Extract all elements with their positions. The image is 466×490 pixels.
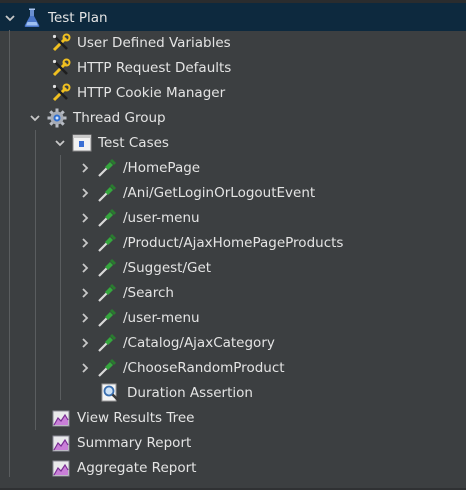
wrench-screwdriver-icon <box>51 58 71 78</box>
tree-node-label: HTTP Request Defaults <box>77 59 232 76</box>
tree-node-aggregate-report[interactable]: Aggregate Report <box>51 455 196 480</box>
pipette-icon <box>97 208 117 228</box>
tree-node-label: Summary Report <box>77 434 192 451</box>
tree-guide-line <box>35 130 36 430</box>
tree-node-http-request-defaults[interactable]: HTTP Request Defaults <box>51 55 231 80</box>
tree-node-label: Aggregate Report <box>77 459 197 476</box>
tree-node-sampler[interactable]: /user-menu <box>77 205 200 230</box>
tree-node-thread-group[interactable]: Thread Group <box>27 105 166 130</box>
tree-node-label: Thread Group <box>73 109 166 126</box>
report-icon <box>51 433 71 453</box>
tree-node-label: /ChooseRandomProduct <box>123 359 285 376</box>
tree-node-label: /Search <box>123 284 174 301</box>
tree-node-label: Duration Assertion <box>127 384 253 401</box>
tree-node-label: /HomePage <box>123 159 201 176</box>
tree-node-sampler[interactable]: /ChooseRandomProduct <box>77 355 285 380</box>
tree-node-label: /Suggest/Get <box>123 259 212 276</box>
chevron-right-icon[interactable] <box>77 260 93 276</box>
tree-node-label: /Product/AjaxHomePageProducts <box>123 234 344 251</box>
gear-icon <box>47 108 67 128</box>
tree-node-label: Test Plan <box>48 9 108 26</box>
chevron-right-icon[interactable] <box>77 310 93 326</box>
flask-icon <box>22 8 42 28</box>
tree-node-test-plan[interactable]: Test Plan <box>2 5 108 30</box>
pipette-icon <box>97 333 117 353</box>
chevron-down-icon[interactable] <box>2 10 18 26</box>
pipette-icon <box>97 358 117 378</box>
chevron-right-icon[interactable] <box>77 210 93 226</box>
pipette-icon <box>97 258 117 278</box>
tree-node-label: /user-menu <box>123 309 200 326</box>
tree-guide-line <box>9 30 10 477</box>
report-icon <box>51 408 71 428</box>
tree-node-label: View Results Tree <box>77 409 195 426</box>
tree-node-sampler[interactable]: /Ani/GetLoginOrLogoutEvent <box>77 180 315 205</box>
tree-node-summary-report[interactable]: Summary Report <box>51 430 191 455</box>
tree-node-label: /user-menu <box>123 209 200 226</box>
tree-node-sampler[interactable]: /HomePage <box>77 155 200 180</box>
chevron-right-icon[interactable] <box>77 235 93 251</box>
pipette-icon <box>97 233 117 253</box>
pipette-icon <box>97 183 117 203</box>
tree-node-label: HTTP Cookie Manager <box>77 84 226 101</box>
tree-node-label: /Ani/GetLoginOrLogoutEvent <box>123 184 316 201</box>
tree-node-sampler[interactable]: /Suggest/Get <box>77 255 211 280</box>
chevron-down-icon[interactable] <box>52 135 68 151</box>
tree-node-duration-assertion[interactable]: Duration Assertion <box>101 380 253 405</box>
wrench-screwdriver-icon <box>51 83 71 103</box>
tree-guide-line <box>60 155 61 400</box>
simple-controller-icon <box>72 133 92 153</box>
chevron-right-icon[interactable] <box>77 160 93 176</box>
tree-node-label: User Defined Variables <box>77 34 231 51</box>
tree-node-label: Test Cases <box>98 134 169 151</box>
tree-node-view-results-tree[interactable]: View Results Tree <box>51 405 195 430</box>
pipette-icon <box>97 158 117 178</box>
tree-node-sampler[interactable]: /user-menu <box>77 305 200 330</box>
report-icon <box>51 458 71 478</box>
tree-node-sampler[interactable]: /Product/AjaxHomePageProducts <box>77 230 343 255</box>
tree-node-label: /Catalog/AjaxCategory <box>123 334 275 351</box>
tree-node-user-defined-variables[interactable]: User Defined Variables <box>51 30 231 55</box>
chevron-down-icon[interactable] <box>27 110 43 126</box>
wrench-screwdriver-icon <box>51 33 71 53</box>
chevron-right-icon[interactable] <box>77 285 93 301</box>
chevron-right-icon[interactable] <box>77 185 93 201</box>
tree-node-sampler[interactable]: /Search <box>77 280 174 305</box>
pipette-icon <box>97 283 117 303</box>
tree-node-http-cookie-manager[interactable]: HTTP Cookie Manager <box>51 80 225 105</box>
tree-node-sampler[interactable]: /Catalog/AjaxCategory <box>77 330 275 355</box>
chevron-right-icon[interactable] <box>77 360 93 376</box>
tree-node-test-cases[interactable]: Test Cases <box>52 130 169 155</box>
magnifier-icon <box>101 383 121 403</box>
pipette-icon <box>97 308 117 328</box>
chevron-right-icon[interactable] <box>77 335 93 351</box>
